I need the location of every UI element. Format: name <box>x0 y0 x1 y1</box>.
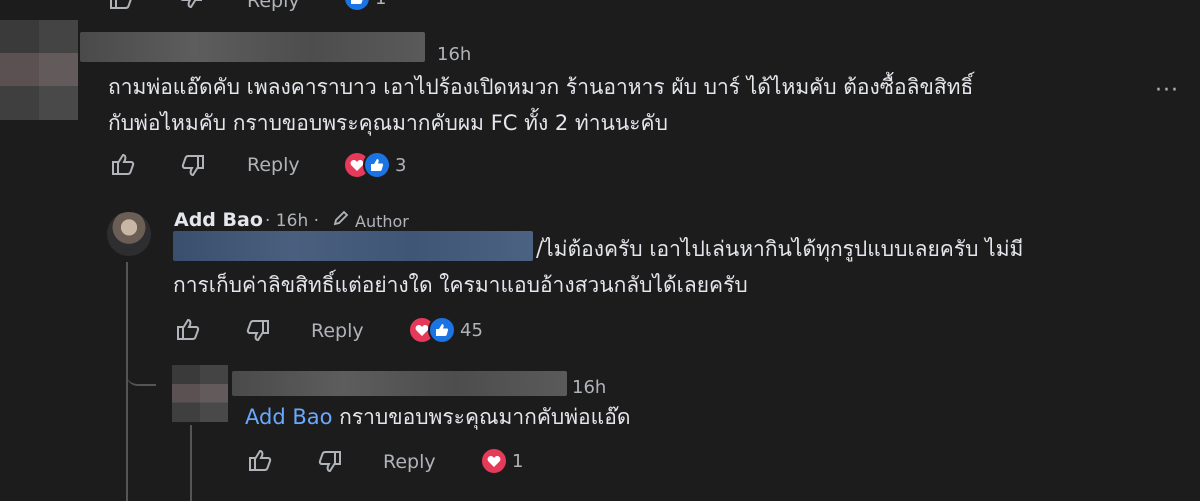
dislike-icon[interactable] <box>180 154 206 182</box>
like-icon[interactable] <box>110 152 136 180</box>
thread-connector <box>126 360 156 386</box>
like-icon[interactable] <box>175 317 201 345</box>
like-reaction-icon <box>363 151 391 179</box>
dislike-icon[interactable] <box>245 319 271 347</box>
pencil-icon <box>332 209 350 231</box>
redacted-username <box>80 32 425 62</box>
comment-time[interactable]: 16h <box>437 44 471 65</box>
like-reaction-icon <box>343 0 371 12</box>
mention-link[interactable]: Add Bao <box>245 405 332 429</box>
redacted-mention <box>173 231 533 261</box>
comment-text-line2: กับพ่อไหมคับ กราบขอบพระคุณมากคับผม FC ทั… <box>108 111 668 135</box>
comment-text-line1: ถามพ่อแอ๊ดคับ เพลงคาราบาว เอาไปร้องเปิดห… <box>108 75 974 99</box>
author-badge: Author <box>355 212 409 231</box>
reply-button[interactable]: Reply <box>383 451 436 473</box>
dislike-icon[interactable] <box>317 450 343 478</box>
reaction-count: 45 <box>460 319 483 341</box>
avatar[interactable] <box>107 212 151 256</box>
reply-button[interactable]: Reply <box>247 0 300 12</box>
avatar[interactable] <box>172 365 228 422</box>
reactions[interactable]: 45 <box>408 316 483 344</box>
thread-line <box>190 425 192 501</box>
heart-reaction-icon <box>480 447 508 475</box>
reaction-count: 1 <box>375 0 386 9</box>
reply-text-line1: /ไม่ต้องครับ เอาไปเล่นหากินได้ทุกรูปแบบเ… <box>536 237 1024 261</box>
like-icon[interactable] <box>247 448 273 476</box>
reactions[interactable]: 1 <box>343 0 386 12</box>
reactions[interactable]: 1 <box>480 447 523 475</box>
like-reaction-icon <box>428 316 456 344</box>
like-icon[interactable] <box>108 0 134 14</box>
author-name[interactable]: Add Bao <box>174 209 263 231</box>
comment-time[interactable]: · 16h · <box>265 211 319 231</box>
comment-time[interactable]: 16h <box>572 377 606 398</box>
reactions[interactable]: 3 <box>343 151 406 179</box>
redacted-username <box>232 371 567 396</box>
reply-text-line2: การเก็บค่าลิขสิทธิ์แต่อย่างใด ใครมาแอบอ้… <box>173 273 748 297</box>
dislike-icon[interactable] <box>178 0 204 14</box>
reply-message: กราบขอบพระคุณมากคับพ่อแอ๊ด <box>332 405 631 429</box>
reaction-count: 3 <box>395 154 407 176</box>
reply-button[interactable]: Reply <box>247 154 300 176</box>
comments-thread: Reply 1 16h ถามพ่อแอ๊ดคับ เพลงคาราบาว เอ… <box>0 0 1200 501</box>
reply-button[interactable]: Reply <box>311 320 364 342</box>
reaction-count: 1 <box>512 450 524 472</box>
avatar[interactable] <box>0 20 78 120</box>
reply-text: Add Bao กราบขอบพระคุณมากคับพ่อแอ๊ด <box>245 402 630 432</box>
more-options-icon[interactable]: ··· <box>1155 78 1179 103</box>
